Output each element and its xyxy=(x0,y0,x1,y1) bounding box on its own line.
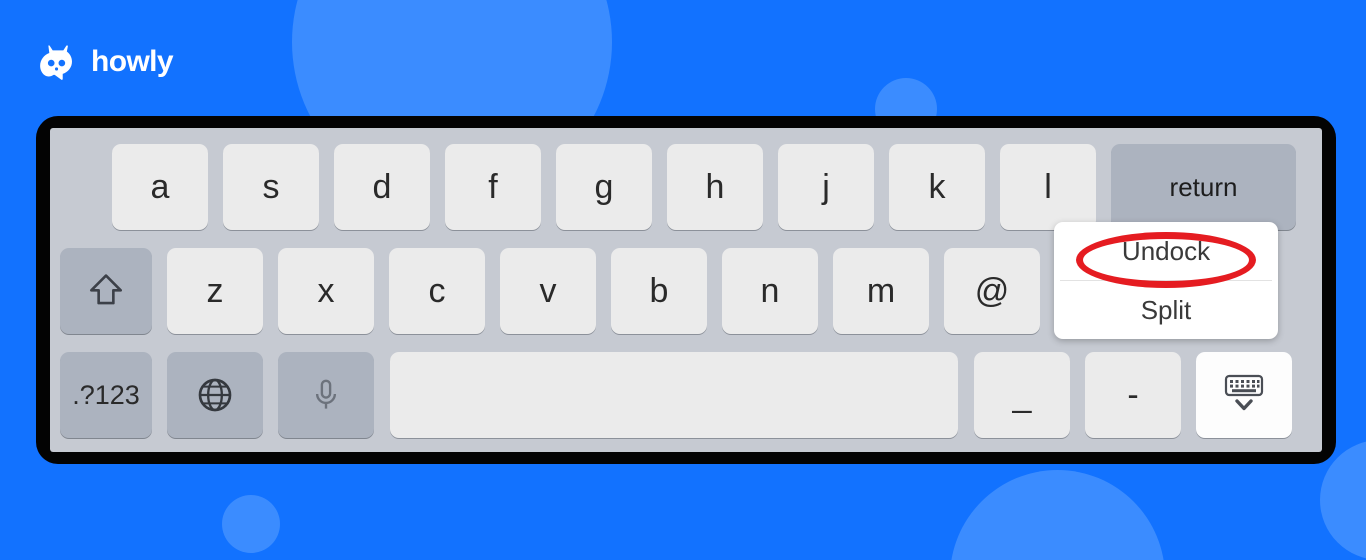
key-numbers[interactable]: .?123 xyxy=(60,352,152,438)
popup-item-split[interactable]: Split xyxy=(1054,281,1278,339)
shift-arrow-icon xyxy=(85,270,127,312)
keyboard-options-popup[interactable]: Undock Split xyxy=(1054,222,1278,339)
key-s[interactable]: s xyxy=(223,144,319,230)
key-globe[interactable] xyxy=(167,352,263,438)
hide-keyboard-icon xyxy=(1218,373,1270,417)
keyboard-row-home: a s d f g h j k l return xyxy=(60,144,1312,230)
key-dictation[interactable] xyxy=(278,352,374,438)
key-at-sign[interactable]: @ xyxy=(944,248,1040,334)
key-shift[interactable] xyxy=(60,248,152,334)
brand-logo[interactable]: howly xyxy=(36,40,174,84)
key-h[interactable]: h xyxy=(667,144,763,230)
microphone-icon xyxy=(307,376,345,414)
key-underscore[interactable]: _ xyxy=(974,352,1070,438)
key-hyphen[interactable]: - xyxy=(1085,352,1181,438)
key-n[interactable]: n xyxy=(722,248,818,334)
device-bezel: a s d f g h j k l return z x c v b n m @… xyxy=(36,116,1336,464)
key-x[interactable]: x xyxy=(278,248,374,334)
on-screen-keyboard: a s d f g h j k l return z x c v b n m @… xyxy=(50,128,1322,452)
globe-icon xyxy=(195,375,235,415)
key-k[interactable]: k xyxy=(889,144,985,230)
key-d[interactable]: d xyxy=(334,144,430,230)
key-m[interactable]: m xyxy=(833,248,929,334)
key-l[interactable]: l xyxy=(1000,144,1096,230)
key-space[interactable] xyxy=(390,352,958,438)
decorative-circle-bottom-left xyxy=(222,495,280,553)
screenshot-root: howly a s d f g h j k l return z x c v b… xyxy=(0,0,1366,560)
key-z[interactable]: z xyxy=(167,248,263,334)
key-j[interactable]: j xyxy=(778,144,874,230)
decorative-circle-bottom-right xyxy=(950,470,1165,560)
key-b[interactable]: b xyxy=(611,248,707,334)
key-a[interactable]: a xyxy=(112,144,208,230)
key-hide-keyboard[interactable] xyxy=(1196,352,1292,438)
key-c[interactable]: c xyxy=(389,248,485,334)
popup-item-undock[interactable]: Undock xyxy=(1054,222,1278,280)
key-v[interactable]: v xyxy=(500,248,596,334)
key-f[interactable]: f xyxy=(445,144,541,230)
howly-owl-mark-icon xyxy=(36,40,80,84)
key-return[interactable]: return xyxy=(1111,144,1296,230)
keyboard-row-function: .?123 _ - xyxy=(60,352,1312,438)
key-g[interactable]: g xyxy=(556,144,652,230)
brand-name: howly xyxy=(91,45,174,78)
